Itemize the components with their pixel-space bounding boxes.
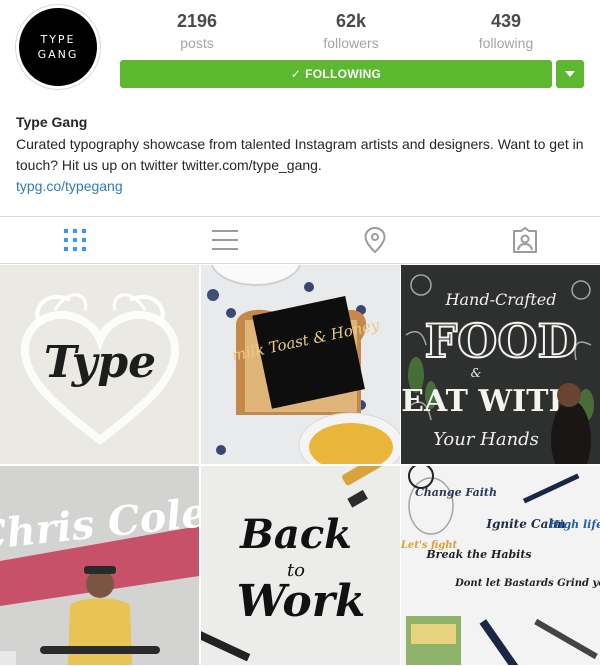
svg-text:&: & <box>471 366 482 380</box>
list-icon <box>212 230 238 250</box>
following-button-label: FOLLOWING <box>305 67 382 81</box>
posts-label: posts <box>180 35 214 51</box>
post-6-text-e: Break the Habits <box>425 548 531 561</box>
post-thumbnail-2[interactable]: milk Toast & Honey <box>201 265 400 464</box>
grid-icon <box>64 229 86 251</box>
following-button[interactable]: ✓ FOLLOWING <box>120 60 552 88</box>
profile-header: TYPE GANG 2196 posts 62k followers 439 f… <box>0 0 600 105</box>
location-pin-icon <box>364 227 386 253</box>
post-4-image: Chris Cole <box>0 466 199 665</box>
post-6-text-c: High life <box>548 518 600 531</box>
tab-grid-view[interactable] <box>0 217 150 263</box>
post-6-text-a: Change Faith <box>415 486 497 499</box>
post-6-text-f: Dont let Bastards Grind you Down <box>454 578 600 589</box>
post-5-image: Back to Work <box>201 466 400 665</box>
profile-tab-bar <box>0 216 600 264</box>
profile-bio: Type Gang Curated typography showcase fr… <box>16 112 588 197</box>
post-3-line1: Hand-Crafted <box>445 290 557 309</box>
post-3-image: Hand-Crafted FOOD & EAT WITH Your Hands <box>401 265 600 464</box>
post-thumbnail-3[interactable]: Hand-Crafted FOOD & EAT WITH Your Hands <box>401 265 600 464</box>
post-thumbnail-4[interactable]: Chris Cole <box>0 466 199 665</box>
avatar-text-line1: TYPE <box>40 33 76 46</box>
post-thumbnail-6[interactable]: Change Faith Ignite Calm High life Let's… <box>401 466 600 665</box>
tab-tagged[interactable] <box>450 217 600 263</box>
check-icon: ✓ <box>290 67 302 81</box>
post-5-line1: Back <box>239 511 352 558</box>
posts-count: 2196 <box>176 11 218 31</box>
bio-text: Curated typography showcase from talente… <box>16 136 584 173</box>
tagged-person-icon <box>513 227 537 253</box>
post-thumbnail-1[interactable]: Type <box>0 265 199 464</box>
suggestions-dropdown-button[interactable] <box>556 60 584 88</box>
post-3-line4: Your Hands <box>433 429 539 450</box>
post-6-image: Change Faith Ignite Calm High life Let's… <box>401 466 600 665</box>
tab-location[interactable] <box>300 217 450 263</box>
followers-stat[interactable]: 62k followers <box>291 10 411 54</box>
post-1-image: Type <box>0 265 199 464</box>
followers-label: followers <box>323 35 379 51</box>
following-label: following <box>478 35 534 51</box>
posts-grid: Type milk Toast & Honey Hand-Crafted FOO… <box>0 265 600 666</box>
tab-list-view[interactable] <box>150 217 300 263</box>
post-thumbnail-5[interactable]: Back to Work <box>201 466 400 665</box>
avatar-text-line2: GANG <box>37 48 79 61</box>
post-3-line3: EAT WITH <box>401 384 577 419</box>
post-3-line2: FOOD <box>425 314 578 368</box>
profile-name: Type Gang <box>16 114 88 130</box>
post-2-image: milk Toast & Honey <box>201 265 400 464</box>
following-stat[interactable]: 439 following <box>446 10 566 54</box>
following-count: 439 <box>490 11 522 31</box>
followers-count: 62k <box>335 11 367 31</box>
post-1-lettering: Type <box>44 337 156 388</box>
website-link[interactable]: typg.co/typegang <box>16 176 588 197</box>
profile-avatar[interactable]: TYPE GANG <box>16 5 100 89</box>
posts-stat: 2196 posts <box>137 10 257 54</box>
post-5-line3: Work <box>237 576 366 627</box>
caret-down-icon <box>565 71 575 77</box>
